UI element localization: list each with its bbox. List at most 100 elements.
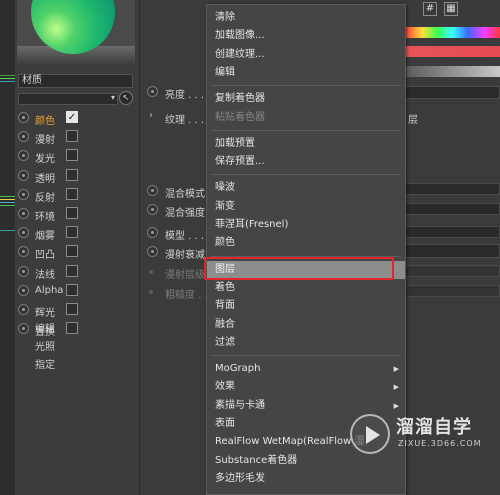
brightness-slider[interactable]: [405, 66, 500, 77]
channel-row[interactable]: 法线: [15, 264, 140, 281]
menu-item[interactable]: 创建纹理...: [207, 46, 405, 64]
channel-radio[interactable]: [18, 304, 29, 315]
channel-row[interactable]: 辉光: [15, 302, 140, 319]
chevron-right-icon[interactable]: ›: [149, 110, 153, 121]
channel-radio[interactable]: [18, 227, 29, 238]
material-panel: 材质 ▾ ↖ 颜色 ✓ 漫射发光透明反射环境烟雾凹凸法线 Alpha 辉光置换 编辑光照…: [15, 0, 140, 495]
menu-item: 粘贴着色器: [207, 109, 405, 127]
channel-checkbox[interactable]: [66, 130, 78, 142]
menu-item[interactable]: 清除: [207, 9, 405, 27]
menu-item[interactable]: 过滤: [207, 334, 405, 352]
channel-radio[interactable]: [18, 208, 29, 219]
property-radio[interactable]: [147, 246, 158, 257]
channel-checkbox[interactable]: [66, 284, 78, 296]
channel-label: 凹凸: [35, 250, 55, 261]
material-name-field[interactable]: 材质: [18, 74, 133, 88]
material-sub-item[interactable]: 指定: [35, 356, 55, 371]
channel-row[interactable]: 烟雾: [15, 225, 140, 242]
menu-item[interactable]: 融合: [207, 316, 405, 334]
channel-label: 环境: [35, 212, 55, 223]
menu-item-label: 噪波: [215, 182, 235, 194]
layer-select[interactable]: ▾: [18, 93, 118, 105]
channel-label: 辉光: [35, 308, 55, 319]
channel-label: Alpha: [35, 285, 64, 296]
material-preview[interactable]: [17, 0, 135, 66]
property-label: 混合强度: [165, 208, 205, 219]
property-dot[interactable]: [149, 270, 153, 274]
channel-checkbox[interactable]: [66, 188, 78, 200]
property-radio[interactable]: [147, 185, 158, 196]
material-sub-item[interactable]: 编辑: [35, 320, 55, 335]
channel-radio[interactable]: [18, 246, 29, 257]
channel-row[interactable]: 反射: [15, 187, 140, 204]
blend-mode-field[interactable]: [405, 183, 500, 195]
channel-label: 透明: [35, 174, 55, 185]
color-swatch-bar[interactable]: [405, 46, 500, 57]
channel-checkbox[interactable]: [66, 322, 78, 334]
channel-checkbox[interactable]: [66, 303, 78, 315]
menu-item[interactable]: 多边形毛发: [207, 470, 405, 488]
menu-item[interactable]: 保存预置...: [207, 153, 405, 171]
blend-strength-field[interactable]: [405, 203, 500, 215]
menu-item-label: 创建纹理...: [215, 48, 265, 60]
channel-row[interactable]: 发光: [15, 148, 140, 165]
value-field[interactable]: [405, 86, 500, 99]
menu-item[interactable]: 菲涅耳(Fresnel): [207, 216, 405, 234]
material-sub-item[interactable]: 光照: [35, 338, 55, 353]
picker-button[interactable]: ↖: [119, 91, 133, 105]
channel-radio[interactable]: [18, 112, 29, 123]
diffuse-falloff-field[interactable]: [405, 244, 500, 258]
channel-row[interactable]: 置换: [15, 321, 140, 338]
menu-item-label: 融合: [215, 318, 235, 330]
menu-item[interactable]: MoGraph ▶: [207, 360, 405, 378]
menu-item[interactable]: 颜色: [207, 234, 405, 252]
channel-label: 反射: [35, 193, 55, 204]
channel-checkbox[interactable]: [66, 265, 78, 277]
property-radio[interactable]: [147, 227, 158, 238]
menu-item-label: 效果: [215, 381, 235, 393]
grid-icon[interactable]: ▦: [444, 2, 458, 16]
hash-icon[interactable]: #: [423, 2, 437, 16]
channel-radio[interactable]: [18, 285, 29, 296]
channel-radio[interactable]: [18, 170, 29, 181]
channel-row[interactable]: 凹凸: [15, 244, 140, 261]
property-radio[interactable]: [147, 204, 158, 215]
menu-item-label: 多边形毛发: [215, 472, 265, 484]
menu-item[interactable]: 编辑: [207, 64, 405, 82]
property-dot[interactable]: [149, 290, 153, 294]
menu-item[interactable]: 渐变: [207, 198, 405, 216]
menu-item[interactable]: 效果 ▶: [207, 378, 405, 396]
highlight-box: [204, 257, 394, 280]
channel-checkbox[interactable]: [66, 226, 78, 238]
model-field[interactable]: [405, 226, 500, 238]
channel-checkbox[interactable]: [66, 149, 78, 161]
channel-radio[interactable]: [18, 150, 29, 161]
channel-row[interactable]: 颜色 ✓: [15, 110, 140, 127]
watermark-url: ZIXUE.3D66.COM: [398, 439, 482, 448]
channel-row[interactable]: Alpha: [15, 283, 140, 300]
menu-item-label: 表面: [215, 418, 235, 429]
menu-item-label: MoGraph: [215, 363, 261, 375]
channel-radio[interactable]: [18, 131, 29, 142]
channel-checkbox[interactable]: [66, 207, 78, 219]
menu-item[interactable]: 复制着色器: [207, 90, 405, 108]
property-label: 漫射衰减: [165, 250, 205, 261]
channel-radio[interactable]: [18, 189, 29, 200]
menu-item[interactable]: 噪波: [207, 179, 405, 197]
channel-row[interactable]: 环境: [15, 206, 140, 223]
property-radio[interactable]: [147, 86, 158, 97]
menu-item[interactable]: 加载预置: [207, 135, 405, 153]
channel-row[interactable]: 漫射: [15, 129, 140, 146]
channel-checkbox[interactable]: [66, 245, 78, 257]
menu-item[interactable]: 背面: [207, 297, 405, 315]
channel-checkbox[interactable]: [66, 169, 78, 181]
menu-item[interactable]: 着色: [207, 279, 405, 297]
channel-radio[interactable]: [18, 266, 29, 277]
channel-row[interactable]: 透明: [15, 168, 140, 185]
channel-checkbox[interactable]: ✓: [66, 111, 78, 123]
channel-radio[interactable]: [18, 323, 29, 334]
menu-item-label: RealFlow WetMap(RealFlow 湿: [215, 436, 365, 448]
menu-item[interactable]: 加载图像...: [207, 27, 405, 45]
hue-slider[interactable]: [405, 27, 500, 38]
menu-separator: [211, 129, 401, 131]
